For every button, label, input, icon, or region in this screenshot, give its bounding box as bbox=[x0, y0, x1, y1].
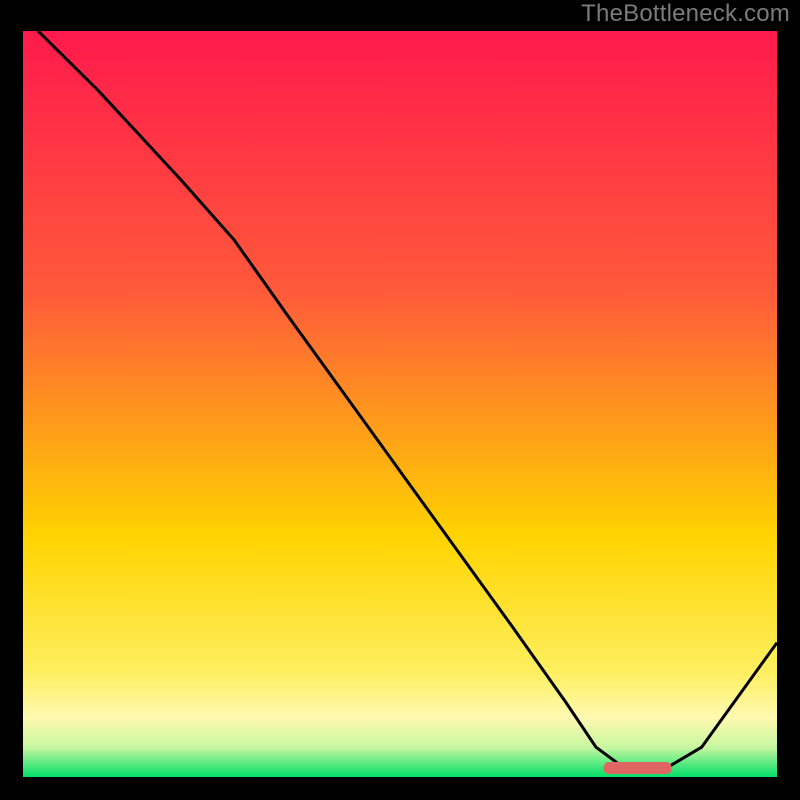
chart-svg bbox=[23, 31, 777, 777]
optimal-range-marker bbox=[604, 762, 672, 774]
chart-frame bbox=[20, 28, 780, 780]
chart-stage: TheBottleneck.com bbox=[0, 0, 800, 800]
watermark-text: TheBottleneck.com bbox=[581, 0, 790, 28]
gradient-background bbox=[23, 31, 777, 777]
plot-area bbox=[23, 31, 777, 777]
